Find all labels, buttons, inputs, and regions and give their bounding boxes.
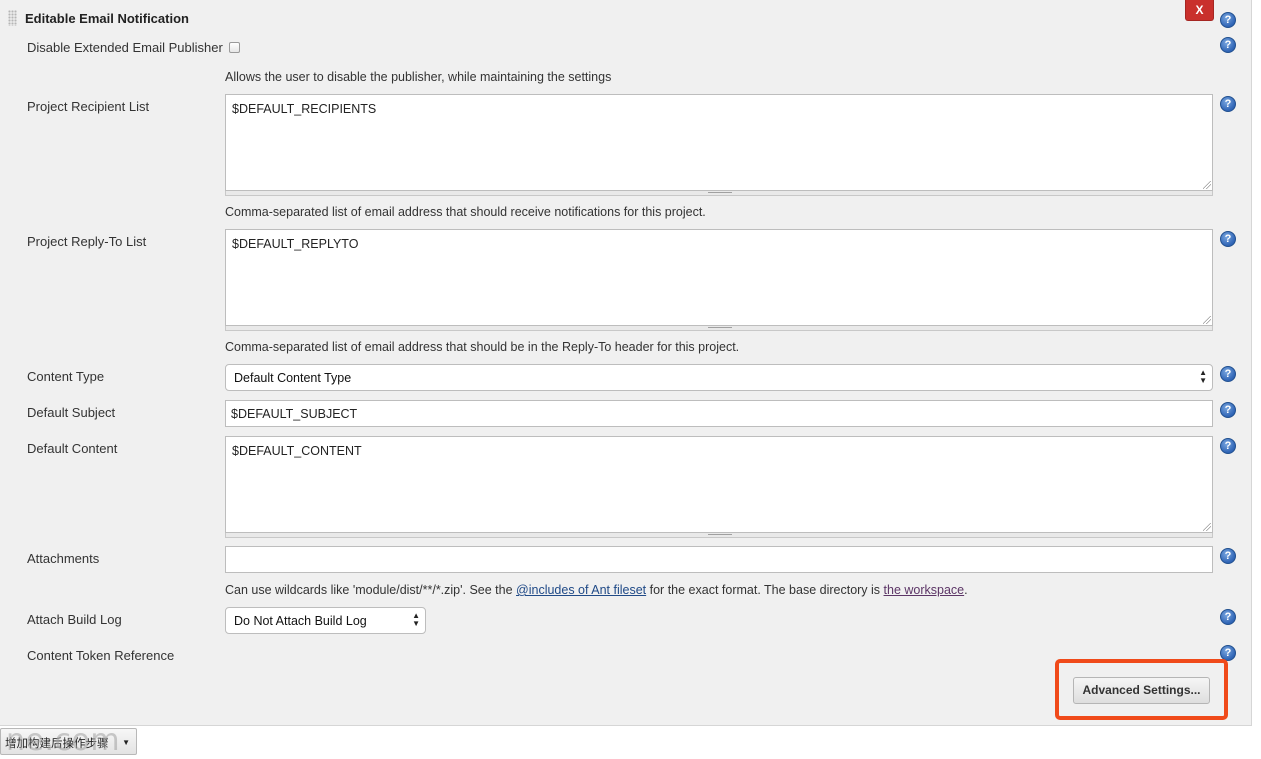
reply-to-list-description: Comma-separated list of email address th… <box>225 340 740 354</box>
resize-corner-icon[interactable] <box>1203 523 1211 531</box>
content-type-select[interactable]: Default Content Type ▲ ▼ <box>225 364 1213 391</box>
default-subject-input[interactable]: $DEFAULT_SUBJECT <box>225 400 1213 427</box>
disable-publisher-label: Disable Extended Email Publisher <box>27 40 223 55</box>
select-arrows-icon: ▲ ▼ <box>412 611 420 628</box>
textarea-resize-handle[interactable] <box>225 326 1213 331</box>
help-icon[interactable]: ? <box>1220 231 1236 247</box>
attachments-input[interactable] <box>225 546 1213 573</box>
help-icon[interactable]: ? <box>1220 12 1236 28</box>
delete-section-button[interactable]: X <box>1185 0 1214 21</box>
add-post-build-action-dropdown[interactable]: 增加构建后操作步骤 ▼ <box>0 728 137 755</box>
attach-build-log-selected: Do Not Attach Build Log <box>234 614 367 628</box>
attach-build-log-select[interactable]: Do Not Attach Build Log ▲ ▼ <box>225 607 426 634</box>
drag-handle-icon[interactable] <box>8 10 17 26</box>
help-icon[interactable]: ? <box>1220 548 1236 564</box>
resize-corner-icon[interactable] <box>1203 181 1211 189</box>
select-arrows-icon: ▲ ▼ <box>1199 368 1207 385</box>
help-icon[interactable]: ? <box>1220 37 1236 53</box>
disable-publisher-checkbox[interactable] <box>229 42 240 53</box>
attachments-description-prefix: Can use wildcards like 'module/dist/**/*… <box>225 583 517 597</box>
chevron-down-icon: ▼ <box>122 738 130 747</box>
disable-publisher-description: Allows the user to disable the publisher… <box>225 70 612 84</box>
attach-build-log-label: Attach Build Log <box>27 612 122 627</box>
resize-corner-icon[interactable] <box>1203 316 1211 324</box>
content-type-selected: Default Content Type <box>234 371 352 385</box>
recipient-list-textarea[interactable]: $DEFAULT_RECIPIENTS <box>225 94 1213 191</box>
help-icon[interactable]: ? <box>1220 96 1236 112</box>
add-post-build-action-label: 增加构建后操作步骤 <box>5 738 109 750</box>
attachments-description-middle: for the exact format. The base directory… <box>646 583 884 597</box>
advanced-settings-button[interactable]: Advanced Settings... <box>1073 677 1210 704</box>
textarea-resize-handle[interactable] <box>225 533 1213 538</box>
attachments-label: Attachments <box>27 551 100 566</box>
recipient-list-field: $DEFAULT_RECIPIENTS <box>225 94 1213 196</box>
workspace-link[interactable]: the workspace <box>884 583 965 597</box>
attachments-description-suffix: . <box>964 583 968 597</box>
help-icon[interactable]: ? <box>1220 645 1236 661</box>
help-icon[interactable]: ? <box>1220 402 1236 418</box>
default-subject-label: Default Subject <box>27 405 116 420</box>
help-icon[interactable]: ? <box>1220 438 1236 454</box>
recipient-list-description: Comma-separated list of email address th… <box>225 205 706 219</box>
section-title: Editable Email Notification <box>25 11 189 26</box>
content-token-reference-label: Content Token Reference <box>27 648 175 663</box>
attachments-description: Can use wildcards like 'module/dist/**/*… <box>225 583 968 597</box>
reply-to-list-field: $DEFAULT_REPLYTO <box>225 229 1213 331</box>
recipient-list-label: Project Recipient List <box>27 99 150 114</box>
help-icon[interactable]: ? <box>1220 609 1236 625</box>
page-edge <box>1253 0 1261 726</box>
ant-fileset-link[interactable]: @includes of Ant fileset <box>516 583 646 597</box>
reply-to-list-textarea[interactable]: $DEFAULT_REPLYTO <box>225 229 1213 326</box>
reply-to-list-label: Project Reply-To List <box>27 234 147 249</box>
content-type-label: Content Type <box>27 369 105 384</box>
help-icon[interactable]: ? <box>1220 366 1236 382</box>
default-content-label: Default Content <box>27 441 118 456</box>
default-content-field: $DEFAULT_CONTENT <box>225 436 1213 538</box>
textarea-resize-handle[interactable] <box>225 191 1213 196</box>
default-content-textarea[interactable]: $DEFAULT_CONTENT <box>225 436 1213 533</box>
